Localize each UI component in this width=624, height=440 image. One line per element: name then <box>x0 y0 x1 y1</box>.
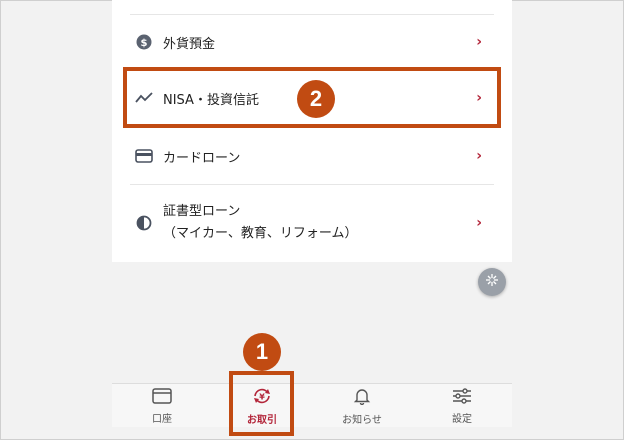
menu-item-text: 証書型ローン （マイカー、教育、リフォーム） <box>163 201 357 245</box>
menu-item-sublabel: （マイカー、教育、リフォーム） <box>163 226 358 241</box>
tab-label: 設定 <box>452 413 472 425</box>
menu-item-foreign-deposit[interactable]: $ 外貨預金 › <box>130 14 494 70</box>
sliders-icon <box>452 387 472 408</box>
tab-account[interactable]: 口座 <box>112 384 212 427</box>
chevron-right-icon: › <box>476 148 482 164</box>
bell-icon <box>353 387 371 409</box>
bottom-tab-bar: 口座 ¥ お取引 お知らせ 設定 <box>112 383 512 427</box>
menu-item-label: 外貨預金 <box>163 36 216 52</box>
menu-item-label: カードローン <box>163 150 241 166</box>
tab-notifications[interactable]: お知らせ <box>312 384 412 427</box>
step-badge-2: 2 <box>297 80 335 118</box>
credit-card-icon <box>135 147 153 165</box>
menu-list: $ 外貨預金 › NISA・投資信託 › カードローン › 証書型ローン （マイ… <box>112 0 512 262</box>
sparkle-icon <box>484 272 500 292</box>
tab-label: 口座 <box>152 413 172 425</box>
account-card-icon <box>152 387 172 408</box>
highlight-box-transactions-tab <box>229 371 294 436</box>
half-circle-icon <box>135 214 153 232</box>
tab-settings[interactable]: 設定 <box>412 384 512 427</box>
svg-text:$: $ <box>141 38 148 49</box>
tab-label: お知らせ <box>342 414 382 426</box>
menu-item-label: 証書型ローン <box>163 204 241 219</box>
app-screen: $ 外貨預金 › NISA・投資信託 › カードローン › 証書型ローン （マイ… <box>112 0 512 427</box>
step-badge-1: 1 <box>243 333 281 371</box>
menu-item-certificate-loan[interactable]: 証書型ローン （マイカー、教育、リフォーム） › <box>130 185 494 261</box>
chevron-right-icon: › <box>476 215 482 231</box>
menu-item-card-loan[interactable]: カードローン › <box>130 128 494 185</box>
assist-floating-button[interactable] <box>478 268 506 296</box>
dollar-coin-icon: $ <box>135 33 153 51</box>
chevron-right-icon: › <box>476 34 482 50</box>
